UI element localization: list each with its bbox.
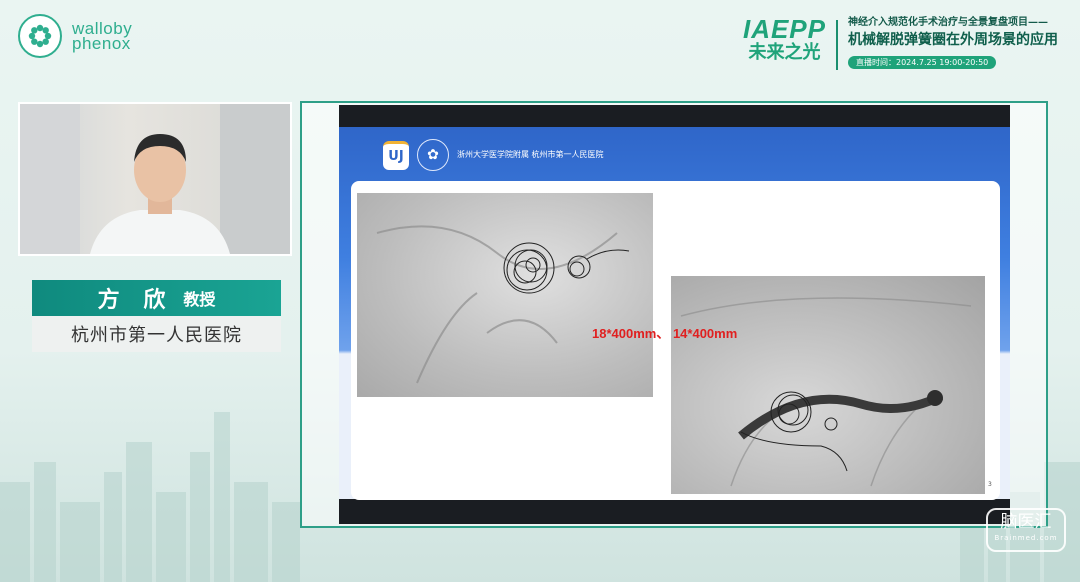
- event-banner: IAEPP 未来之光 神经介入规范化手术治疗与全景复盘项目—— 机械解脱弹簧圈在…: [743, 16, 1058, 70]
- slide-hospital-logo: UJ ✿ 浙州大学医学院附属 杭州市第一人民医院: [383, 139, 604, 171]
- angiogram-image-1: [357, 193, 653, 397]
- slide-hospital-name: 浙州大学医学院附属 杭州市第一人民医院: [457, 150, 604, 159]
- event-subtitle: 神经介入规范化手术治疗与全景复盘项目——: [848, 17, 1048, 28]
- angiogram-image-2: [671, 276, 985, 494]
- presenter-title: 教授: [183, 290, 216, 309]
- presenter-hospital: 杭州市第一人民医院: [32, 316, 281, 352]
- brand-name-line2: phenox: [72, 34, 131, 53]
- presenter-name-plate: 方 欣 教授: [32, 280, 281, 316]
- event-logo: IAEPP 未来之光: [743, 16, 826, 64]
- presenter-name: 方 欣: [97, 288, 174, 313]
- broadcast-time: 直播时间：2024.7.25 19:00-20:50: [848, 56, 997, 69]
- flower-logo-icon: [18, 14, 62, 58]
- watermark-sub: Brainmed.com: [994, 534, 1058, 542]
- divider: [836, 20, 838, 70]
- hospital-seal-icon: ✿: [417, 139, 449, 171]
- sponsor-logo: walloby phenox: [18, 14, 132, 58]
- presenter-figure: [20, 104, 290, 254]
- coil-size-annotation: 18*400mm、 14*400mm: [592, 326, 738, 341]
- slide-page-number: 3: [988, 481, 992, 488]
- slide-content-card: 18*400mm、 14*400mm 3: [351, 181, 1000, 500]
- presenter-video: [18, 102, 292, 256]
- presentation-slide: UJ ✿ 浙州大学医学院附属 杭州市第一人民医院 18*400mm、 14*40…: [339, 105, 1010, 524]
- event-logo-main: IAEPP: [742, 14, 826, 44]
- event-title: 机械解脱弹簧圈在外周场景的应用: [848, 32, 1058, 48]
- brainmed-watermark: 脑医汇 Brainmed.com: [986, 508, 1066, 552]
- watermark-main: 脑医汇: [1000, 512, 1052, 532]
- event-logo-sub: 未来之光: [748, 42, 821, 63]
- university-logo-icon: UJ: [383, 140, 409, 170]
